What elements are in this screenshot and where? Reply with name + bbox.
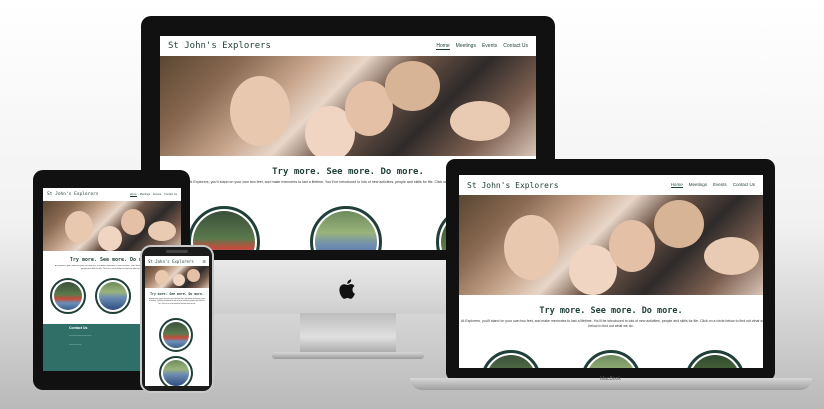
nav-menu: Home Meetings Events Contact Us [129, 193, 177, 197]
nav-item-contact[interactable]: Contact Us [503, 43, 528, 50]
iphone-speaker [166, 250, 188, 253]
activity-circle-lake[interactable] [581, 350, 641, 368]
nav-item-contact[interactable]: Contact Us [164, 193, 177, 197]
hero-image [459, 195, 763, 295]
navbar: St John's Explorers Home Meetings Events… [459, 175, 763, 195]
navbar: St John's Explorers ☰ [145, 256, 209, 266]
activity-circle-kayak[interactable] [188, 206, 260, 250]
hero-hand [450, 101, 510, 141]
hero-hand [704, 237, 759, 275]
lake-photo [163, 360, 189, 386]
hero-hand [148, 221, 176, 241]
navbar: St John's Explorers Home Meetings Events… [43, 188, 181, 201]
kayak-photo [54, 282, 82, 310]
nav-item-events[interactable]: Events [482, 43, 497, 50]
nav-item-meetings[interactable]: Meetings [689, 182, 707, 188]
nav-menu: Home Meetings Events Contact Us [670, 182, 755, 188]
brand-logo[interactable]: St John's Explorers [467, 181, 559, 190]
lake-photo [586, 355, 636, 368]
imac-stand-base [272, 352, 424, 359]
lake-photo [315, 211, 377, 250]
macbook-label: MacBook [600, 376, 621, 382]
tagline: Try more. See more. Do more. [539, 306, 683, 316]
activity-circle-forest[interactable] [685, 350, 745, 368]
nav-item-home[interactable]: Home [129, 193, 137, 197]
activity-circle-lake[interactable] [95, 278, 131, 314]
intro-text-2: below to find out what we do. [588, 324, 634, 328]
nav-menu: Home Meetings Events Contact Us [436, 43, 528, 50]
hero-face [504, 215, 559, 280]
nav-item-events[interactable]: Events [153, 193, 161, 197]
nav-item-events[interactable]: Events [713, 182, 727, 188]
nav-item-home[interactable]: Home [670, 182, 683, 188]
brand-logo[interactable]: St John's Explorers [47, 192, 98, 197]
hero-face [385, 61, 440, 111]
forest-photo [690, 355, 740, 368]
hero-face [121, 209, 145, 235]
lake-photo [99, 282, 127, 310]
hero-face [65, 211, 93, 243]
navbar: St John's Explorers Home Meetings Events… [160, 36, 536, 56]
intro-text: At Explorers, you'll stand on your own t… [461, 319, 763, 323]
kayak-photo [486, 355, 536, 368]
intro-text: At Explorers, you'll stand on your own t… [149, 298, 205, 305]
hero-face [654, 200, 704, 248]
brand-logo[interactable]: St John's Explorers [168, 41, 271, 51]
activity-circle-lake[interactable] [310, 206, 382, 250]
brand-logo[interactable]: St John's Explorers [148, 259, 194, 264]
activity-circle-kayak[interactable] [481, 350, 541, 368]
nav-item-home[interactable]: Home [436, 43, 450, 50]
apple-logo-icon [338, 278, 358, 300]
hero-face [155, 270, 169, 285]
imac-stand [300, 313, 396, 353]
kayak-photo [163, 322, 189, 348]
activity-circle-kayak[interactable] [50, 278, 86, 314]
activity-circle-lake[interactable] [159, 356, 193, 386]
hero-image [43, 201, 181, 251]
hero-image [145, 266, 209, 288]
activity-circle-kayak[interactable] [159, 318, 193, 352]
macbook-base: MacBook [410, 376, 812, 390]
macbook-screen: St John's Explorers Home Meetings Events… [459, 175, 763, 368]
hero-face [98, 226, 122, 251]
hero-face [230, 76, 290, 146]
hero-face [609, 220, 655, 272]
nav-item-meetings[interactable]: Meetings [456, 43, 476, 50]
hamburger-icon[interactable]: ☰ [202, 259, 206, 264]
nav-item-meetings[interactable]: Meetings [140, 193, 151, 197]
hero-face [187, 269, 200, 282]
hero-image [160, 56, 536, 156]
iphone-screen: St John's Explorers ☰ Try more. See more… [145, 256, 209, 386]
hero-face [173, 274, 185, 286]
tagline: Try more. See more. Do more. [150, 292, 204, 296]
nav-item-contact[interactable]: Contact Us [733, 182, 755, 188]
